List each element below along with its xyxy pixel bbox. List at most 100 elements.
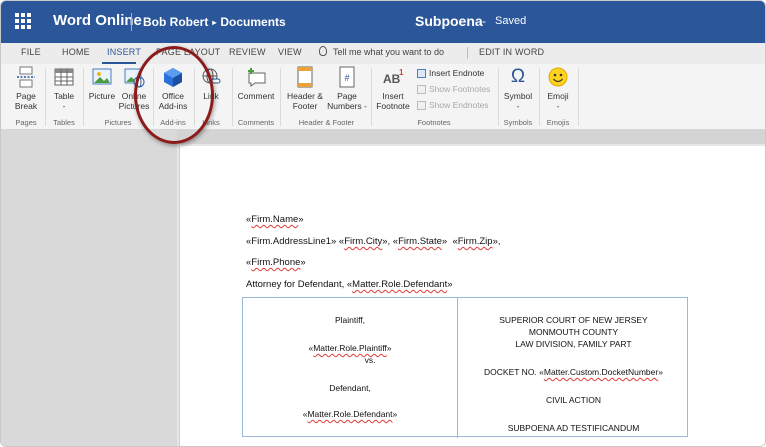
symbol-label: Symbol (503, 91, 533, 101)
attorney-line: Attorney for Defendant, «Matter.Role.Def… (246, 279, 453, 290)
show-footnotes-button[interactable]: Show Footnotes (417, 84, 490, 94)
defendant-name: «Matter.Role.Defendant» (302, 409, 398, 419)
online-pictures-label-2: Pictures (118, 101, 150, 111)
document-name[interactable]: Subpoena (415, 13, 483, 29)
header-footer-button[interactable]: Header & Footer (284, 66, 326, 111)
group-label-comments: Comments (237, 118, 275, 127)
insert-footnote-button[interactable]: AB 1 Insert Footnote (373, 66, 413, 111)
office-addins-button[interactable]: Office Add-ins (155, 66, 191, 111)
group-label-footnotes: Footnotes (417, 118, 451, 127)
symbol-dropdown-icon: - (516, 101, 520, 111)
page-numbers-button[interactable]: # Page Numbers - (325, 66, 369, 111)
comment-button[interactable]: Comment (235, 66, 277, 101)
group-divider (498, 68, 499, 126)
office-addins-label-2: Add-ins (158, 101, 188, 111)
matter-role-defendant-field: Matter.Role.Defendant (352, 279, 448, 290)
firm-address-line: «Firm.AddressLine1» «Firm.City», «Firm.S… (246, 236, 501, 247)
tab-view[interactable]: VIEW (278, 47, 302, 57)
docket-number: DOCKET NO. «Matter.Custom.DocketNumber» (484, 367, 663, 377)
link-label: Link (203, 91, 219, 101)
smiley-icon (547, 66, 569, 88)
group-label-pictures: Pictures (104, 118, 132, 127)
group-divider (45, 68, 46, 126)
endnote-icon (417, 68, 426, 78)
page-break-button[interactable]: Page Break (9, 66, 43, 111)
plaintiff-label: Plaintiff, (334, 315, 366, 325)
office-addins-icon (162, 66, 184, 88)
insert-footnote-label-1: Insert (382, 91, 404, 101)
show-endnotes-label: Show Endnotes (429, 100, 489, 110)
comment-label: Comment (237, 91, 275, 101)
emoji-button[interactable]: Emoji - (541, 66, 575, 111)
group-label-header-footer: Header & Footer (298, 118, 355, 127)
edit-in-word-button[interactable]: EDIT IN WORD (479, 47, 544, 57)
group-divider (153, 68, 154, 126)
link-icon (200, 66, 222, 88)
header-footer-label-1: Header & (287, 91, 323, 101)
table-label: Table (53, 91, 75, 101)
comment-icon (245, 66, 267, 88)
show-footnotes-label: Show Footnotes (429, 84, 491, 94)
group-label-tables: Tables (53, 118, 75, 127)
table-button[interactable]: Table - (49, 66, 79, 111)
tab-insert[interactable]: INSERT (107, 47, 141, 57)
endnotes-icon (417, 100, 426, 110)
lightbulb-icon (319, 46, 327, 56)
group-label-symbols: Symbols (503, 118, 533, 127)
matter-role-defendant-caption-field: Matter.Role.Defendant (307, 409, 393, 419)
tab-home[interactable]: HOME (62, 47, 90, 57)
link-button[interactable]: Link (197, 66, 225, 101)
insert-endnote-button[interactable]: Insert Endnote (417, 68, 484, 78)
court-name: SUPERIOR COURT OF NEW JERSEY (499, 315, 648, 325)
tab-review[interactable]: REVIEW (229, 47, 266, 57)
firm-state-field: Firm.State (398, 236, 442, 247)
tab-divider (467, 47, 468, 59)
footnote-icon: AB 1 (382, 66, 404, 88)
title-divider (131, 13, 132, 31)
group-divider (83, 68, 84, 126)
svg-text:1: 1 (399, 68, 404, 77)
firm-name-field: Firm.Name (251, 214, 299, 225)
app-name[interactable]: Word Online (53, 12, 142, 29)
title-dash: - (482, 14, 486, 28)
symbol-button[interactable]: Ω Symbol - (501, 66, 535, 111)
group-divider (371, 68, 372, 126)
header-footer-icon (294, 66, 316, 88)
header-footer-label-2: Footer (292, 101, 318, 111)
firm-city-field: Firm.City (344, 236, 383, 247)
breadcrumb-folder[interactable]: Documents (220, 15, 285, 29)
online-pictures-button[interactable]: Online Pictures (118, 66, 150, 111)
picture-label: Picture (88, 91, 116, 101)
word-online-window: Word Online Bob Robert ▸ Documents Subpo… (0, 0, 766, 447)
table-dropdown-icon: - (62, 101, 66, 111)
table-icon (53, 66, 75, 88)
show-endnotes-button[interactable]: Show Endnotes (417, 100, 489, 110)
court-division: LAW DIVISION, FAMILY PART (515, 339, 632, 349)
navigation-pane (1, 130, 177, 446)
group-label-links: Links (202, 118, 220, 127)
subpoena-title: SUBPOENA AD TESTIFICANDUM (507, 423, 640, 433)
breadcrumb-user[interactable]: Bob Robert (143, 15, 208, 29)
tab-page-layout[interactable]: PAGE LAYOUT (156, 47, 220, 57)
picture-icon (91, 66, 113, 88)
group-divider (280, 68, 281, 126)
office-addins-label-1: Office (161, 91, 185, 101)
title-bar: Word Online Bob Robert ▸ Documents Subpo… (1, 1, 765, 43)
firm-phone-field: Firm.Phone (251, 257, 301, 268)
group-divider (194, 68, 195, 126)
group-label-addins: Add-ins (160, 118, 186, 127)
breadcrumb: Bob Robert ▸ Documents (143, 15, 286, 29)
app-launcher-icon[interactable] (15, 13, 33, 31)
tell-me-search[interactable]: Tell me what you want to do (333, 47, 444, 57)
insert-footnote-label-2: Footnote (376, 101, 410, 111)
page-break-label-2: Break (14, 101, 38, 111)
tab-file[interactable]: FILE (21, 47, 41, 57)
omega-icon: Ω (510, 66, 526, 87)
page-numbers-label-2: Numbers - (327, 101, 367, 111)
ribbon-tabs: FILE HOME INSERT PAGE LAYOUT REVIEW VIEW… (1, 43, 765, 64)
civil-action-label: CIVIL ACTION (546, 395, 601, 405)
page-gap (177, 130, 765, 144)
picture-button[interactable]: Picture (86, 66, 118, 101)
group-label-emojis: Emojis (546, 118, 570, 127)
document-page[interactable]: «Firm.Name» «Firm.AddressLine1» «Firm.Ci… (179, 146, 765, 446)
